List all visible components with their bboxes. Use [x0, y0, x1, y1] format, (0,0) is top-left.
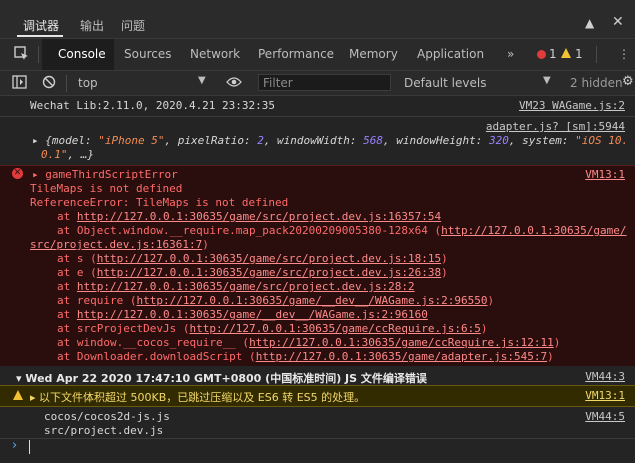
tab-memory[interactable]: Memory — [349, 47, 398, 61]
stack-link[interactable]: http://127.0.0.1:30635/game/src/project.… — [77, 280, 415, 293]
clear-console-icon[interactable] — [42, 75, 56, 93]
console-prompt-icon: › — [12, 438, 18, 453]
active-tab-indicator — [17, 35, 63, 37]
object-preview-cont: 0.1", …} — [41, 148, 94, 161]
row-divider — [0, 116, 635, 117]
tab-console[interactable]: Console — [58, 47, 106, 61]
toolbar-separator — [66, 75, 67, 92]
object-preview[interactable]: ▸ {model: "iPhone 5", pixelRatio: 2, win… — [32, 134, 628, 147]
tab-performance[interactable]: Performance — [258, 47, 334, 61]
warning-message[interactable]: ▸ 以下文件体积超过 500KB，已跳过压缩以及 ES6 转 ES5 的处理。 — [30, 389, 365, 405]
toolbar-separator — [38, 46, 39, 63]
error-count[interactable]: 1 — [549, 47, 557, 61]
panel-tabbar: 调试器 输出 问题 ▲ ✕ — [0, 0, 635, 39]
stack-frame: at Object.window.__require.map_pack20200… — [57, 224, 627, 237]
source-link[interactable]: VM44:5 — [585, 410, 625, 423]
log-message: Wechat Lib:2.11.0, 2020.4.21 23:32:35 — [30, 99, 276, 112]
source-link[interactable]: adapter.js? [sm]:5944 — [486, 120, 625, 133]
close-icon[interactable]: ✕ — [612, 14, 624, 30]
stack-frame: at window.__cocos_require__ (http://127.… — [57, 336, 561, 349]
log-levels-dropdown[interactable]: Default levels — [404, 76, 486, 90]
log-message: cocos/cocos2d-js.js — [44, 410, 170, 423]
stack-frame: at http://127.0.0.1:30635/game/src/proje… — [57, 280, 415, 293]
panel-tab-problems[interactable]: 问题 — [121, 17, 145, 34]
more-options-icon[interactable]: ⋮ — [618, 47, 630, 61]
log-message: src/project.dev.js — [44, 424, 164, 437]
source-link[interactable]: VM23 WAGame.js:2 — [519, 99, 625, 112]
source-link[interactable]: VM13:1 — [585, 389, 625, 402]
stack-link[interactable]: http://127.0.0.1:30635/game/__dev__/WAGa… — [77, 308, 428, 321]
stack-link[interactable]: http://127.0.0.1:30635/game/ — [441, 224, 626, 237]
chevron-up-icon[interactable]: ▲ — [585, 16, 594, 30]
group-title[interactable]: ▾ Wed Apr 22 2020 17:47:10 GMT+0800 (中国标… — [16, 370, 427, 386]
hidden-count: 2 hidden — [570, 76, 623, 90]
stack-frame: src/project.dev.js:16361:7) — [30, 238, 209, 251]
inspect-element-icon[interactable] — [14, 46, 30, 66]
error-icon: ✕ — [12, 168, 23, 179]
devtools-window: 调试器 输出 问题 ▲ ✕ Console Sources Network Pe… — [0, 0, 635, 463]
stack-link[interactable]: http://127.0.0.1:30635/game/__dev__/WAGa… — [136, 294, 487, 307]
panel-tab-output[interactable]: 输出 — [80, 17, 104, 34]
stack-link[interactable]: http://127.0.0.1:30635/game/src/project.… — [97, 252, 441, 265]
stack-frame: at srcProjectDevJs (http://127.0.0.1:306… — [57, 322, 488, 335]
stack-frame: at http://127.0.0.1:30635/game/src/proje… — [57, 210, 442, 223]
context-dropdown-icon[interactable]: ▼ — [198, 75, 206, 86]
error-message: TileMaps is not defined — [30, 182, 183, 195]
warning-icon — [13, 390, 23, 400]
console-input[interactable] — [29, 440, 30, 454]
stack-frame: at http://127.0.0.1:30635/game/__dev__/W… — [57, 308, 428, 321]
stack-frame: at require (http://127.0.0.1:30635/game/… — [57, 294, 495, 307]
stack-frame: at e (http://127.0.0.1:30635/game/src/pr… — [57, 266, 448, 279]
row-divider — [0, 438, 635, 439]
more-tabs-chevron-icon[interactable]: » — [507, 47, 514, 61]
tab-network[interactable]: Network — [190, 47, 240, 61]
settings-gear-icon[interactable]: ⚙ — [622, 74, 634, 89]
source-link[interactable]: VM13:1 — [585, 168, 625, 181]
filter-input[interactable] — [258, 74, 391, 91]
eye-icon[interactable] — [226, 76, 242, 92]
source-link[interactable]: VM44:3 — [585, 370, 625, 383]
levels-dropdown-icon[interactable]: ▼ — [543, 75, 551, 86]
error-message: ReferenceError: TileMaps is not defined — [30, 196, 289, 209]
error-count-icon[interactable] — [537, 50, 546, 59]
stack-link[interactable]: http://127.0.0.1:30635/game/ccRequire.js… — [189, 322, 480, 335]
stack-link[interactable]: http://127.0.0.1:30635/game/adapter.js:5… — [256, 350, 547, 363]
stack-link[interactable]: http://127.0.0.1:30635/game/ccRequire.js… — [249, 336, 554, 349]
warning-count-icon[interactable] — [561, 48, 571, 58]
stack-link[interactable]: http://127.0.0.1:30635/game/src/project.… — [77, 210, 441, 223]
panel-tab-debugger[interactable]: 调试器 — [23, 17, 59, 34]
warning-count[interactable]: 1 — [575, 47, 583, 61]
stack-link[interactable]: http://127.0.0.1:30635/game/src/project.… — [97, 266, 441, 279]
stack-frame: at Downloader.downloadScript (http://127… — [57, 350, 554, 363]
stack-frame: at s (http://127.0.0.1:30635/game/src/pr… — [57, 252, 448, 265]
stack-link[interactable]: src/project.dev.js:16361:7 — [30, 238, 202, 251]
tab-application[interactable]: Application — [417, 47, 484, 61]
error-title[interactable]: ▸ gameThirdScriptError — [32, 168, 178, 181]
sidebar-toggle-icon[interactable] — [12, 75, 27, 93]
toolbar-separator — [596, 46, 597, 63]
tab-sources[interactable]: Sources — [124, 47, 171, 61]
context-selector[interactable]: top — [78, 76, 98, 90]
